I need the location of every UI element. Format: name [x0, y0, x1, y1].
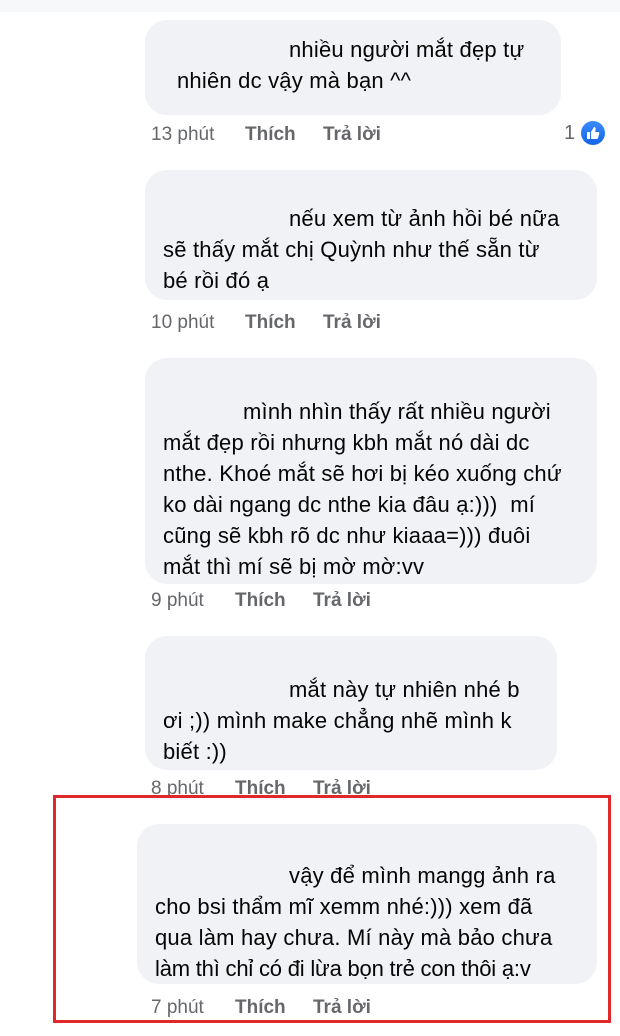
comment-bubble-2: nếu xem từ ảnh hồi bé nữa sẽ thấy mắt ch…	[145, 170, 597, 300]
comment-time: 13 phút	[151, 124, 215, 145]
like-button[interactable]: Thích	[245, 124, 323, 146]
comment-meta-1: 13 phút Thích Trả lời	[151, 124, 381, 146]
comment-text-line: sẽ thấy mắt chị Quỳnh như thế sẵn từ	[163, 237, 540, 262]
highlight-box	[53, 795, 611, 1023]
comment-text-line: ơi ;)) mình make chẳng nhẽ mình k	[163, 708, 512, 733]
reply-button[interactable]: Trả lời	[323, 124, 381, 146]
comment-text-line: biết :))	[163, 739, 227, 764]
comment-text-line: mắt thì mí sẽ bị mờ mờ:vv	[163, 554, 425, 579]
comment-text-line: nhiên dc vậy mà bạn ^^	[177, 68, 412, 93]
comment-text-line: mình nhìn thấy rất nhiều người	[243, 399, 551, 424]
comment-text-line: cũng sẽ kbh rõ dc như kiaaa=))) đuôi	[163, 523, 531, 548]
like-button[interactable]: Thích	[245, 312, 323, 334]
comment-text-line: bé rồi đó ạ	[163, 268, 270, 293]
comment-text-line: ko dài ngang dc nthe kia đâu ạ:))) mí	[163, 492, 536, 517]
reaction-summary[interactable]: 1	[564, 121, 606, 145]
comment-bubble-4: mắt này tự nhiên nhé b ơi ;)) mình make …	[145, 636, 557, 770]
comment-text-line: nthe. Khoé mắt sẽ hơi bị kéo xuống chứ	[163, 461, 562, 486]
comment-time: 9 phút	[151, 590, 204, 611]
comment-text-line: mắt đẹp rồi nhưng kbh mắt nó dài dc	[163, 430, 530, 455]
like-button[interactable]: Thích	[235, 590, 313, 612]
reaction-count: 1	[564, 121, 576, 144]
comment-bubble-3: mình nhìn thấy rất nhiều người mắt đẹp r…	[145, 358, 597, 584]
reply-button[interactable]: Trả lời	[313, 590, 371, 612]
comment-meta-3: 9 phút Thích Trả lời	[151, 590, 371, 612]
comment-text-line: mắt này tự nhiên nhé b	[289, 677, 520, 702]
thumbs-up-icon	[581, 121, 606, 145]
top-divider	[0, 0, 620, 12]
comment-bubble-1: nhiều người mắt đẹp tự nhiên dc vậy mà b…	[145, 20, 561, 115]
comment-text-line: nhiều người mắt đẹp tự	[289, 37, 525, 62]
comment-meta-2: 10 phút Thích Trả lời	[151, 312, 381, 334]
comment-text-line: nếu xem từ ảnh hồi bé nữa	[289, 206, 560, 231]
reply-button[interactable]: Trả lời	[323, 312, 381, 334]
comment-time: 10 phút	[151, 312, 215, 333]
